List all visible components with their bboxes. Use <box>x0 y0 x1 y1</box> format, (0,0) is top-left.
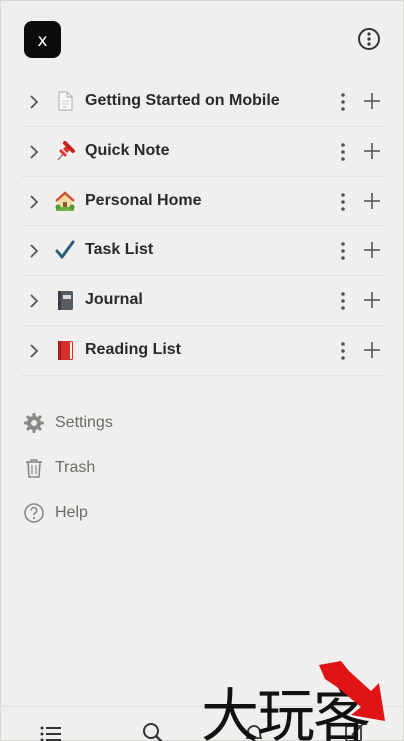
page-row-personal-home[interactable]: Personal Home <box>21 177 385 227</box>
page-title: Journal <box>85 291 143 309</box>
watermark-arrow-icon <box>319 661 385 721</box>
vertical-dots-icon[interactable] <box>337 191 349 213</box>
trash-item[interactable]: Trash <box>23 446 323 491</box>
search-icon[interactable] <box>141 721 165 741</box>
help-icon <box>23 502 45 524</box>
vertical-dots-icon[interactable] <box>337 340 349 362</box>
gear-icon <box>23 412 45 434</box>
chevron-right-icon[interactable] <box>27 143 41 161</box>
more-options-icon[interactable] <box>357 27 381 51</box>
plus-icon[interactable] <box>363 142 381 160</box>
house-garden-emoji <box>54 190 76 212</box>
page-title: Getting Started on Mobile <box>85 92 280 109</box>
notebook-emoji <box>54 289 76 311</box>
vertical-dots-icon[interactable] <box>337 91 349 113</box>
chevron-right-icon[interactable] <box>27 193 41 211</box>
page-title: Reading List <box>85 340 182 358</box>
plus-icon[interactable] <box>363 341 381 359</box>
top-bar: x <box>1 1 403 77</box>
page-row-quick-note[interactable]: Quick Note <box>21 127 385 177</box>
plus-icon[interactable] <box>363 192 381 210</box>
page-icon <box>54 90 76 112</box>
page-title: Task List <box>85 241 154 259</box>
page-title: Personal Home <box>85 191 202 209</box>
workspace-badge[interactable]: x <box>24 21 61 58</box>
trash-label: Trash <box>55 459 96 476</box>
trash-icon <box>23 457 45 479</box>
chevron-right-icon[interactable] <box>27 342 41 360</box>
plus-icon[interactable] <box>363 291 381 309</box>
utility-menu: Settings Trash Help <box>23 401 323 536</box>
page-list: Getting Started on Mobile Quick Note Per… <box>21 77 385 376</box>
page-title: Quick Note <box>85 141 170 159</box>
chevron-right-icon[interactable] <box>27 242 41 260</box>
settings-label: Settings <box>55 414 113 431</box>
pushpin-emoji <box>54 140 76 162</box>
help-label: Help <box>55 504 88 521</box>
page-row-journal[interactable]: Journal <box>21 276 385 326</box>
red-book-emoji <box>54 339 76 361</box>
page-row-getting-started[interactable]: Getting Started on Mobile <box>21 77 385 127</box>
help-item[interactable]: Help <box>23 491 323 536</box>
chevron-right-icon[interactable] <box>27 292 41 310</box>
settings-item[interactable]: Settings <box>23 401 323 446</box>
vertical-dots-icon[interactable] <box>337 141 349 163</box>
page-row-task-list[interactable]: Task List <box>21 226 385 277</box>
page-row-reading-list[interactable]: Reading List <box>21 326 385 376</box>
workspace-letter: x <box>37 30 48 51</box>
chevron-right-icon[interactable] <box>27 93 41 111</box>
check-mark-emoji <box>54 239 76 261</box>
list-icon[interactable] <box>39 721 63 741</box>
plus-icon[interactable] <box>363 241 381 259</box>
plus-icon[interactable] <box>363 92 381 110</box>
vertical-dots-icon[interactable] <box>337 240 349 262</box>
vertical-dots-icon[interactable] <box>337 290 349 312</box>
